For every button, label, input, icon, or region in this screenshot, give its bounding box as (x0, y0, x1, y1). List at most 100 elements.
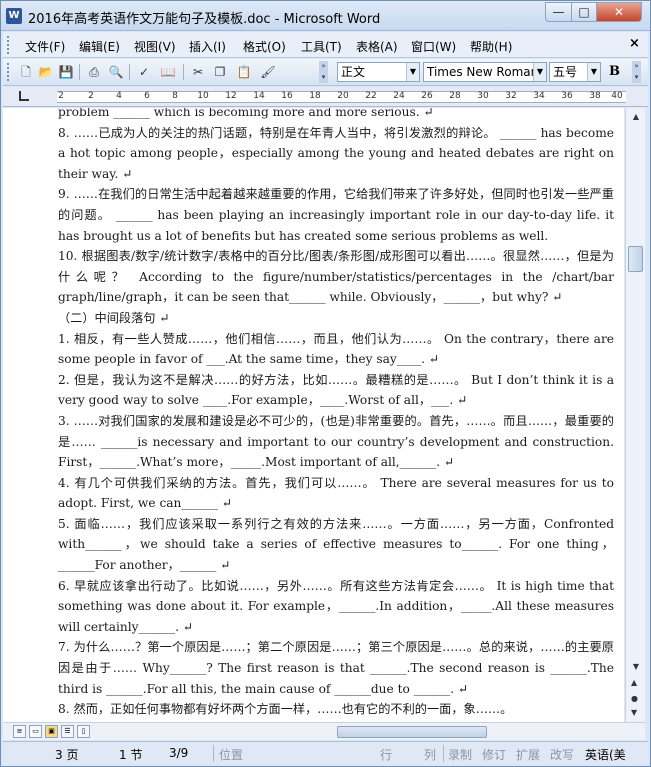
print-preview-icon[interactable]: 🔍 (107, 64, 125, 80)
web-view-icon[interactable]: ▭ (29, 725, 42, 738)
ruler-tick: 34 (533, 91, 545, 101)
bold-button[interactable]: B (609, 64, 620, 79)
menu-table[interactable]: 表格(A) (356, 38, 398, 55)
menu-insert[interactable]: 插入(I) (189, 38, 226, 55)
ruler-tick: 18 (309, 91, 321, 101)
horizontal-ruler[interactable]: 2 2 4 6 8 10 12 14 16 18 20 22 24 26 28 … (3, 87, 648, 107)
paragraph[interactable]: 1. 相反，有一些人赞成……，他们相信……，而且，他们认为……。 On the … (58, 329, 614, 370)
research-icon[interactable]: 📖 (159, 64, 177, 80)
menubar-grip[interactable] (7, 36, 10, 54)
chevron-down-icon[interactable]: ▼ (587, 63, 600, 81)
horizontal-scroll-track[interactable] (87, 726, 627, 738)
menu-bar: 文件(F) 编辑(E) 视图(V) 插入(I) 格式(O) 工具(T) 表格(A… (3, 32, 648, 58)
toolbar-separator (79, 64, 80, 80)
horizontal-scrollbar[interactable]: ≡ ▭ ▣ ☰ ▯ (3, 722, 645, 740)
paragraph[interactable]: problem ______ which is becoming more an… (58, 108, 614, 123)
status-language[interactable]: 英语(美 (585, 746, 626, 763)
vertical-scroll-thumb[interactable] (628, 246, 643, 272)
paste-icon[interactable]: 📋 (235, 64, 253, 80)
ruler-tick: 10 (197, 91, 209, 101)
paragraph[interactable]: 7. 为什么……？第一个原因是……；第二个原因是……；第三个原因是……。总的来说… (58, 637, 614, 699)
status-divider (213, 745, 214, 762)
scroll-down-icon[interactable]: ▼ (629, 660, 643, 674)
horizontal-scroll-thumb[interactable] (337, 726, 487, 738)
vertical-scrollbar[interactable]: ▲ ▼ ▲ ● ▼ (625, 108, 645, 722)
save-icon[interactable]: 💾 (57, 64, 75, 80)
menu-format[interactable]: 格式(O) (243, 38, 286, 55)
print-layout-icon[interactable]: ▣ (45, 725, 58, 738)
ruler-tick: 22 (365, 91, 377, 101)
ruler-tick: 36 (561, 91, 573, 101)
paragraph[interactable]: 5. 面临……，我们应该采取一系列行之有效的方法来……。一方面……，另一方面，C… (58, 514, 614, 576)
ruler-tick: 6 (144, 91, 150, 101)
spellcheck-icon[interactable]: ✓ (135, 64, 153, 80)
browse-object-icon[interactable]: ● (631, 694, 638, 703)
close-window-button[interactable]: ✕ (596, 2, 642, 22)
status-track-changes[interactable]: 修订 (482, 746, 506, 763)
status-page: 3 页 (55, 748, 79, 762)
toolbar-options-chevron[interactable]: » ▾ (319, 61, 328, 83)
status-extend[interactable]: 扩展 (516, 746, 540, 763)
ruler-tick: 12 (225, 91, 237, 101)
cut-icon[interactable]: ✂ (189, 64, 207, 80)
document-body[interactable]: problem ______ which is becoming more an… (58, 108, 614, 720)
font-combo[interactable]: Times New Roman ▼ (423, 62, 547, 82)
close-document-icon[interactable]: × (629, 36, 640, 51)
status-divider (443, 745, 444, 762)
ruler-track[interactable]: 2 2 4 6 8 10 12 14 16 18 20 22 24 26 28 … (57, 91, 626, 103)
menu-view[interactable]: 视图(V) (134, 38, 176, 55)
minimize-button[interactable]: — (545, 2, 572, 22)
status-column: 列 (424, 748, 437, 762)
paragraph[interactable]: 8. ……已成为人的关注的热门话题，特别是在年青人当中，将引发激烈的辩论。 __… (58, 123, 614, 185)
status-overtype[interactable]: 改写 (550, 746, 574, 763)
paragraph[interactable]: 2. 但是，我认为这不是解决……的好方法，比如……。最糟糕的是……。 But I… (58, 370, 614, 411)
chevron-down-icon[interactable]: ▼ (533, 63, 546, 81)
menu-edit[interactable]: 编辑(E) (79, 38, 120, 55)
tab-selector-icon[interactable] (19, 91, 29, 101)
title-bar: W 2016年高考英语作文万能句子及模板.doc - Microsoft Wor… (1, 1, 650, 31)
paragraph[interactable]: 3. ……对我们国家的发展和建设是必不可少的，(也是)非常重要的。首先，……。而… (58, 411, 614, 473)
ruler-tick: 26 (421, 91, 433, 101)
paragraph[interactable]: 4. 有几个可供我们采纳的方法。首先，我们可以……。 There are sev… (58, 473, 614, 514)
word-app-icon: W (6, 8, 22, 24)
style-value: 正文 (341, 65, 366, 79)
standard-toolbar: 🗋 📂 💾 ⎙ 🔍 ✓ 📖 ✂ ❐ 📋 🖌 » ▾ 正文 ▼ Times New … (3, 59, 648, 86)
maximize-button[interactable]: □ (571, 2, 597, 22)
status-line: 行 (380, 748, 393, 762)
outline-view-icon[interactable]: ☰ (61, 725, 74, 738)
next-page-icon[interactable]: ▼ (631, 708, 637, 717)
ruler-tick: 30 (477, 91, 489, 101)
open-icon[interactable]: 📂 (37, 64, 55, 80)
paragraph[interactable]: 8. 然而，正如任何事物都有好坏两个方面一样，……也有它的不利的一面，象……。 (58, 699, 614, 720)
paragraph[interactable]: 6. 早就应该拿出行动了。比如说……，另外……。所有这些方法肯定会……。 It … (58, 576, 614, 638)
previous-page-icon[interactable]: ▲ (631, 678, 637, 687)
toolbar-grip[interactable] (7, 63, 10, 81)
ruler-tick: 20 (337, 91, 349, 101)
ruler-tick: 14 (253, 91, 265, 101)
normal-view-icon[interactable]: ≡ (13, 725, 26, 738)
word-window: W 2016年高考英语作文万能句子及模板.doc - Microsoft Wor… (0, 0, 651, 767)
menu-file[interactable]: 文件(F) (25, 38, 65, 55)
style-combo[interactable]: 正文 ▼ (337, 62, 420, 82)
document-page[interactable]: problem ______ which is becoming more an… (3, 108, 624, 722)
font-value: Times New Roman (427, 65, 539, 79)
paragraph[interactable]: 9. ……在我们的日常生活中起着越来越重要的作用，它给我们带来了许多好处，但同时… (58, 184, 614, 246)
paragraph[interactable]: 10. 根据图表/数字/统计数字/表格中的百分比/图表/条形图/成形图可以看出…… (58, 246, 614, 308)
ruler-tick: 32 (505, 91, 517, 101)
section-heading[interactable]: （二）中间段落句 ↵ (58, 308, 614, 329)
ruler-tick: 4 (116, 91, 122, 101)
menu-tools[interactable]: 工具(T) (301, 38, 342, 55)
scroll-up-icon[interactable]: ▲ (629, 110, 643, 124)
menu-window[interactable]: 窗口(W) (411, 38, 456, 55)
toolbar-options-chevron[interactable]: » ▾ (632, 61, 641, 83)
ruler-tick: 40 (611, 91, 623, 101)
new-doc-icon[interactable]: 🗋 (17, 64, 35, 80)
status-record[interactable]: 录制 (448, 746, 472, 763)
copy-icon[interactable]: ❐ (211, 64, 229, 80)
format-painter-icon[interactable]: 🖌 (259, 64, 277, 80)
chevron-down-icon[interactable]: ▼ (406, 63, 419, 81)
status-position: 位置 (219, 748, 244, 762)
font-size-combo[interactable]: 五号 ▼ (549, 62, 601, 82)
print-icon[interactable]: ⎙ (85, 64, 103, 80)
menu-help[interactable]: 帮助(H) (470, 38, 512, 55)
